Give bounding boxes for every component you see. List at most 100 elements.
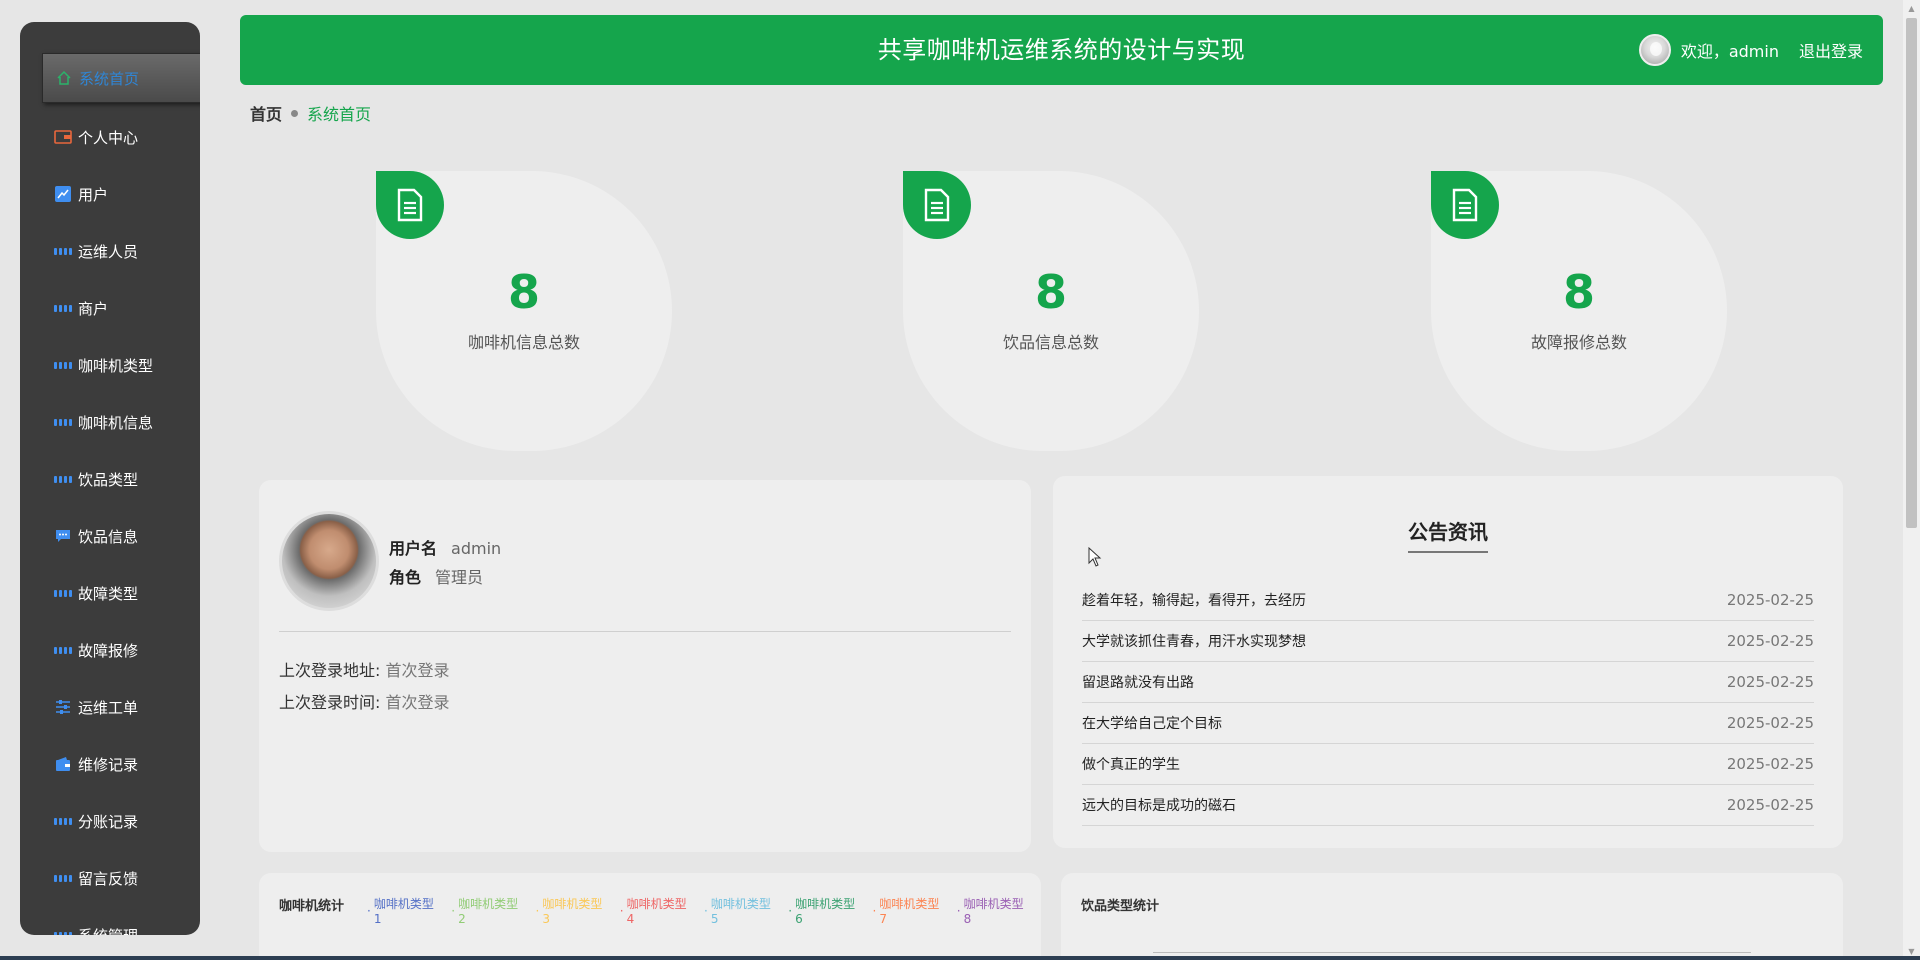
legend-item[interactable]: 咖啡机类型1: [367, 895, 441, 926]
notice-item-title: 做个真正的学生: [1082, 757, 1180, 773]
user-area: 欢迎，admin 退出登录: [1638, 15, 1863, 85]
chart-legend: 咖啡机类型1 咖啡机类型2 咖啡机类型3 咖啡机类型4 咖啡机类型5 咖啡机类型…: [367, 895, 1041, 926]
legend-item[interactable]: 咖啡机类型6: [788, 895, 862, 926]
notice-item-title: 远大的目标是成功的磁石: [1082, 798, 1236, 814]
sidebar-item-work-order[interactable]: 运维工单: [54, 687, 200, 727]
legend-item[interactable]: 咖啡机类型5: [704, 895, 778, 926]
stat-card-faults: 8 故障报修总数: [1431, 171, 1727, 451]
stat-card-machines: 8 咖啡机信息总数: [376, 171, 672, 451]
breadcrumb: 首页 系统首页: [250, 101, 371, 125]
sidebar-item-fault-report[interactable]: 故障报修: [54, 630, 200, 670]
sidebar: 系统首页 个人中心 用户 运维人员 商户 咖啡机类型 咖啡机信息 饮品类型 饮品…: [20, 22, 200, 935]
breadcrumb-current: 系统首页: [307, 105, 372, 124]
notice-item-date: 2025-02-25: [1726, 632, 1814, 650]
notice-card: 公告资讯 趁着年轻，输得起，看得开，去经历 2025-02-25 大学就该抓住青春…: [1053, 476, 1843, 848]
user-photo: [279, 511, 379, 611]
sidebar-item-drink-info[interactable]: 饮品信息: [54, 516, 200, 556]
notice-item-title: 大学就该抓住青春，用汗水实现梦想: [1082, 634, 1306, 650]
message-icon: [54, 527, 72, 545]
sliders-icon: [54, 698, 72, 716]
sidebar-item-feedback[interactable]: 留言反馈: [54, 858, 200, 898]
sidebar-item-label: 咖啡机类型: [78, 356, 154, 375]
sidebar-item-home[interactable]: 系统首页: [42, 53, 200, 103]
sidebar-item-ops-staff[interactable]: 运维人员: [54, 231, 200, 271]
page-scrollbar[interactable]: ▲ ▼: [1903, 0, 1920, 960]
grid-icon: [54, 413, 72, 431]
stat-value: 8: [1562, 265, 1595, 319]
divider: [279, 631, 1011, 632]
notice-item-title: 留退路就没有出路: [1082, 675, 1194, 691]
notice-item-date: 2025-02-25: [1726, 714, 1814, 732]
notice-item-date: 2025-02-25: [1726, 673, 1814, 691]
scrollbar-thumb[interactable]: [1906, 18, 1917, 528]
coffee-stats-panel: 咖啡机统计 咖啡机类型1 咖啡机类型2 咖啡机类型3 咖啡机类型4 咖啡机类型5…: [259, 873, 1041, 960]
sidebar-item-label: 留言反馈: [78, 869, 139, 888]
legend-item[interactable]: 咖啡机类型2: [451, 895, 525, 926]
grid-icon: [54, 356, 72, 374]
role-value: 管理员: [435, 568, 484, 587]
last-login-time: 首次登录: [385, 693, 450, 712]
sidebar-item-label: 商户: [78, 299, 109, 318]
sidebar-item-label: 运维人员: [78, 242, 139, 261]
grid-icon: [54, 926, 72, 935]
sidebar-item-label: 维修记录: [78, 755, 139, 774]
sidebar-item-label: 饮品类型: [78, 470, 139, 489]
chart-axis-line: [1153, 952, 1751, 953]
sidebar-item-split-record[interactable]: 分账记录: [54, 801, 200, 841]
document-icon: [1431, 171, 1499, 239]
profile-info: 用户名 admin 角色 管理员: [389, 534, 501, 592]
username-value: admin: [451, 539, 502, 558]
legend-item[interactable]: 咖啡机类型7: [873, 895, 947, 926]
list-item[interactable]: 趁着年轻，输得起，看得开，去经历 2025-02-25: [1082, 580, 1814, 621]
sidebar-item-system[interactable]: 系统管理: [54, 915, 200, 935]
sidebar-item-label: 系统首页: [79, 69, 140, 88]
sidebar-item-machine-info[interactable]: 咖啡机信息: [54, 402, 200, 442]
top-header: 共享咖啡机运维系统的设计与实现 欢迎，admin 退出登录: [240, 15, 1883, 85]
notice-list: 趁着年轻，输得起，看得开，去经历 2025-02-25 大学就该抓住青春，用汗水实…: [1082, 580, 1814, 826]
legend-item[interactable]: 咖啡机类型8: [957, 895, 1031, 926]
drink-stats-panel: 饮品类型统计: [1061, 873, 1843, 960]
sidebar-item-label: 咖啡机信息: [78, 413, 154, 432]
drink-stats-title: 饮品类型统计: [1081, 899, 1160, 914]
login-info: 上次登录地址: 首次登录 上次登录时间: 首次登录: [279, 655, 450, 719]
legend-item[interactable]: 咖啡机类型4: [620, 895, 694, 926]
scroll-up-icon[interactable]: ▲: [1907, 4, 1916, 13]
sidebar-item-profile[interactable]: 个人中心: [54, 117, 200, 157]
grid-icon: [54, 641, 72, 659]
taskbar-edge: [0, 956, 1920, 960]
list-item[interactable]: 在大学给自己定个目标 2025-02-25: [1082, 703, 1814, 744]
grid-icon: [54, 242, 72, 260]
list-item[interactable]: 留退路就没有出路 2025-02-25: [1082, 662, 1814, 703]
notice-item-title: 趁着年轻，输得起，看得开，去经历: [1082, 593, 1306, 609]
breadcrumb-separator: [291, 109, 299, 117]
sidebar-item-merchant[interactable]: 商户: [54, 288, 200, 328]
avatar[interactable]: [1638, 34, 1671, 66]
notice-item-date: 2025-02-25: [1726, 796, 1814, 814]
sidebar-item-drink-type[interactable]: 饮品类型: [54, 459, 200, 499]
list-item[interactable]: 做个真正的学生 2025-02-25: [1082, 744, 1814, 785]
stat-label: 饮品信息总数: [1002, 333, 1099, 352]
stat-label: 咖啡机信息总数: [467, 333, 580, 352]
welcome-text: 欢迎，admin: [1680, 42, 1779, 61]
list-item[interactable]: 大学就该抓住青春，用汗水实现梦想 2025-02-25: [1082, 621, 1814, 662]
scroll-down-icon[interactable]: ▼: [1907, 947, 1916, 956]
wallet-icon: [54, 755, 72, 773]
breadcrumb-home[interactable]: 首页: [250, 101, 282, 125]
username-label: 用户名: [389, 539, 438, 558]
notice-item-date: 2025-02-25: [1726, 591, 1814, 609]
sidebar-item-machine-type[interactable]: 咖啡机类型: [54, 345, 200, 385]
sidebar-item-fault-type[interactable]: 故障类型: [54, 573, 200, 613]
list-item[interactable]: 远大的目标是成功的磁石 2025-02-25: [1082, 785, 1814, 826]
notice-title: 公告资讯: [1408, 516, 1488, 553]
notice-item-date: 2025-02-25: [1726, 755, 1814, 773]
logout-button[interactable]: 退出登录: [1799, 38, 1863, 62]
sidebar-item-label: 故障类型: [78, 584, 139, 603]
sidebar-item-label: 分账记录: [78, 812, 139, 831]
notice-item-title: 在大学给自己定个目标: [1082, 716, 1222, 732]
sidebar-item-users[interactable]: 用户: [54, 174, 200, 214]
sidebar-item-repair-record[interactable]: 维修记录: [54, 744, 200, 784]
legend-item[interactable]: 咖啡机类型3: [536, 895, 610, 926]
last-login-time-label: 上次登录时间:: [279, 693, 381, 712]
sidebar-item-label: 饮品信息: [78, 527, 139, 546]
grid-icon: [54, 299, 72, 317]
